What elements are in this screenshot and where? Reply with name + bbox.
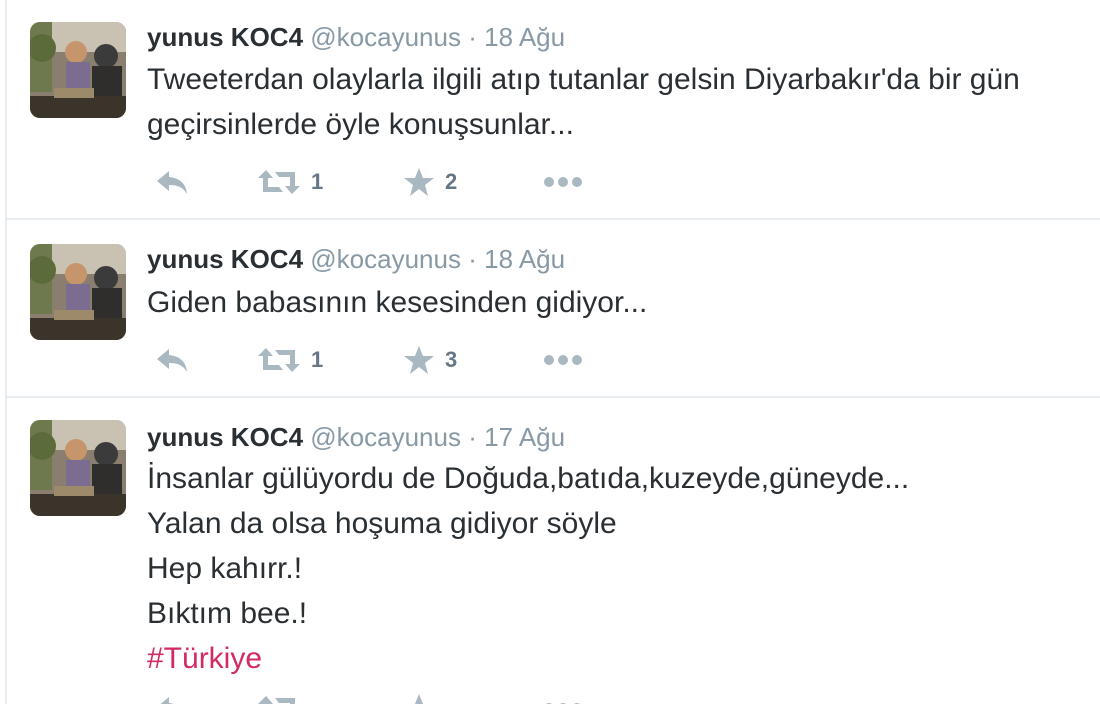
reply-icon [157,349,187,372]
more-icon [544,355,582,365]
tweet-header: yunus KOC4 @kocayunus · 18 Ağu [147,244,565,274]
tweet-timestamp[interactable]: 18 Ağu [484,244,565,274]
tweet-text-line: Bıktım bee.! [147,597,308,630]
more-button[interactable] [543,162,583,202]
retweet-icon [258,348,300,372]
avatar[interactable] [30,244,126,340]
tweet-text-line: Tweeterdan olaylarla ilgili atıp tutanla… [147,63,1020,96]
avatar[interactable] [30,22,126,118]
tweet-text: Tweeterdan olaylarla ilgili atıp tutanla… [147,57,1097,147]
star-icon [404,168,434,196]
retweet-button[interactable] [257,688,301,704]
tweet-text-line: Hep kahırr.! [147,552,303,585]
favorite-button[interactable]: 3 [403,340,457,380]
tweet-fullname[interactable]: yunus KOC4 [147,244,303,274]
tweet-text-line: Yalan da olsa hoşuma gidiyor söyle [147,507,617,540]
more-button[interactable] [543,340,583,380]
retweet-button[interactable]: 1 [257,340,323,380]
reply-button[interactable] [155,162,189,202]
tweet[interactable]: yunus KOC4 @kocayunus · 18 Ağu Giden bab… [7,220,1100,396]
favorite-count: 3 [445,347,458,372]
tweet-text: İnsanlar gülüyordu de Doğuda,batıda,kuze… [147,456,1097,681]
favorite-button[interactable] [403,688,435,704]
tweet-separator: · [468,422,477,452]
tweet[interactable]: yunus KOC4 @kocayunus · 18 Ağu Tweeterda… [7,0,1100,218]
reply-button[interactable] [155,340,189,380]
tweet-actions: 1 2 [147,162,707,202]
tweet-timestamp[interactable]: 17 Ağu [484,422,565,452]
tweet-fullname[interactable]: yunus KOC4 [147,22,303,52]
hashtag-link[interactable]: #Türkiye [147,636,1097,681]
reply-button[interactable] [155,688,189,704]
tweet-actions [147,688,707,704]
reply-icon [160,697,175,704]
more-icon [544,177,582,187]
star-icon [404,694,434,704]
retweet-icon [258,696,295,704]
tweet-fullname[interactable]: yunus KOC4 [147,422,303,452]
tweet-text-line: Giden babasının kesesinden gidiyor... [147,286,648,319]
tweet[interactable]: yunus KOC4 @kocayunus · 17 Ağu İnsanlar … [7,398,1100,704]
tweet-text: Giden babasının kesesinden gidiyor... [147,280,1097,325]
reply-icon [157,171,187,194]
favorite-button[interactable]: 2 [403,162,457,202]
avatar[interactable] [30,420,126,516]
retweet-count: 1 [311,347,324,372]
more-button[interactable] [543,688,583,704]
tweet-text-line: geçirsinlerde öyle konuşsunlar... [147,108,574,141]
retweet-count: 1 [311,169,324,194]
tweet-header: yunus KOC4 @kocayunus · 18 Ağu [147,22,565,52]
retweet-icon [258,170,300,194]
tweet-header: yunus KOC4 @kocayunus · 17 Ağu [147,422,565,452]
retweet-button[interactable]: 1 [257,162,323,202]
tweet-handle[interactable]: @kocayunus [310,422,461,452]
tweet-separator: · [468,244,477,274]
tweet-handle[interactable]: @kocayunus [310,244,461,274]
favorite-count: 2 [445,169,458,194]
tweet-separator: · [468,22,477,52]
tweet-text-line: İnsanlar gülüyordu de Doğuda,batıda,kuze… [147,462,910,495]
tweet-timestamp[interactable]: 18 Ağu [484,22,565,52]
star-icon [404,346,434,374]
tweet-actions: 1 3 [147,340,707,380]
tweet-handle[interactable]: @kocayunus [310,22,461,52]
